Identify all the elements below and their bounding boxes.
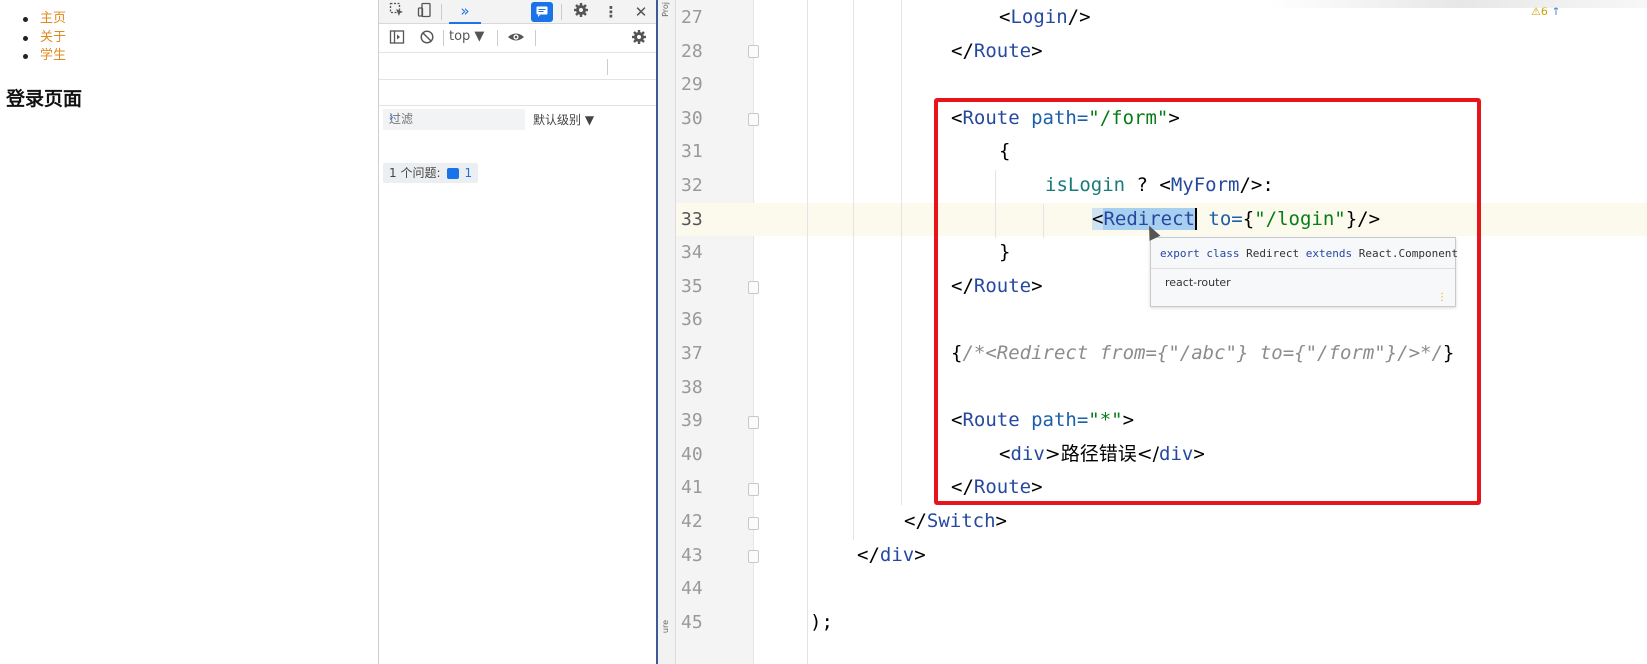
- inspect-icon[interactable]: [387, 2, 407, 23]
- indent-guide: [901, 0, 902, 505]
- issues-icon[interactable]: [531, 2, 553, 22]
- code-line-45[interactable]: );: [810, 606, 1410, 640]
- code-punc: >: [995, 510, 1007, 532]
- line-number: 43: [681, 544, 703, 566]
- console-prompt[interactable]: ›: [389, 110, 394, 124]
- separator: [441, 4, 442, 20]
- structure-tool-label[interactable]: ure: [661, 620, 670, 633]
- separator: [497, 30, 498, 46]
- line-number-current: 33: [676, 202, 754, 237]
- fold-marker[interactable]: [748, 517, 759, 530]
- fold-marker[interactable]: [748, 483, 759, 496]
- line-number: 35: [681, 275, 703, 297]
- tooltip-module: react-router: [1165, 276, 1231, 289]
- issues-count: 1: [464, 166, 473, 180]
- sidebar-icon[interactable]: [387, 29, 407, 50]
- filter-input[interactable]: [383, 109, 525, 130]
- tooltip-keyword: class: [1206, 247, 1240, 260]
- issue-message-icon: [446, 167, 459, 179]
- line-number: 44: [681, 578, 703, 600]
- line-number: 28: [681, 40, 703, 62]
- line-number: 34: [681, 242, 703, 264]
- filter-bar: 默认级别 ▼: [379, 53, 657, 130]
- tooltip-divider: [1151, 268, 1455, 269]
- more-tabs-button[interactable]: »: [449, 0, 481, 24]
- rendered-webpage: 主页 关于 学生 登录页面: [0, 0, 378, 664]
- clear-console-icon[interactable]: [417, 29, 437, 50]
- code-punc: </: [951, 39, 974, 62]
- line-number: 45: [681, 611, 703, 633]
- context-select[interactable]: top ▼: [449, 29, 484, 44]
- nav-link-students[interactable]: 学生: [22, 47, 66, 66]
- tooltip-base-class: React.Component: [1358, 247, 1459, 260]
- issues-label: 1 个问题:: [389, 166, 441, 180]
- line-number: 32: [681, 175, 703, 196]
- device-toggle-icon[interactable]: [415, 2, 435, 23]
- code-tag: Login: [1010, 6, 1068, 28]
- separator: [443, 30, 444, 46]
- tooltip-keyword: export: [1160, 247, 1200, 260]
- code-punc: );: [810, 610, 833, 633]
- code-line-42[interactable]: </Switch>: [904, 505, 1504, 539]
- console-toolbar: top ▼: [379, 24, 657, 53]
- devtools-panel: » ⋮ ✕ top ▼ 默认级别 ▼ 1: [378, 0, 657, 664]
- code-tag: Switch: [926, 510, 996, 532]
- code-punc: >: [1031, 39, 1043, 62]
- code-tag: Route: [973, 39, 1032, 62]
- code-line-43[interactable]: </div>: [857, 539, 1457, 573]
- code-punc: </: [904, 510, 927, 532]
- fold-marker[interactable]: [748, 113, 759, 126]
- project-tool-label[interactable]: Proj: [661, 2, 670, 17]
- eye-icon[interactable]: [506, 29, 526, 50]
- close-icon[interactable]: ✕: [631, 2, 651, 22]
- indent-guide: [853, 0, 854, 540]
- line-number: 42: [681, 511, 703, 532]
- line-number: 31: [681, 141, 703, 163]
- line-number: 30: [681, 107, 703, 129]
- code-punc: </: [857, 543, 880, 566]
- fold-marker[interactable]: [748, 281, 759, 294]
- nav-list: 主页 关于 学生: [22, 10, 66, 66]
- issues-bar: 1 个问题: 1: [379, 80, 657, 183]
- line-number: 36: [681, 309, 703, 331]
- tooltip-more-icon[interactable]: ⋮: [1437, 292, 1447, 303]
- issues-chip[interactable]: 1 个问题: 1: [383, 163, 479, 183]
- log-levels-select[interactable]: 默认级别 ▼: [533, 111, 594, 128]
- quick-doc-tooltip[interactable]: export class Redirect extends React.Comp…: [1150, 237, 1458, 307]
- page-heading: 登录页面: [6, 88, 83, 110]
- code-line-28[interactable]: </Route>: [951, 35, 1551, 69]
- gear-icon[interactable]: [571, 2, 591, 23]
- nav-link-about[interactable]: 关于: [22, 29, 66, 48]
- line-number: 37: [681, 343, 703, 364]
- line-number: 27: [681, 7, 703, 28]
- separator: [561, 4, 562, 20]
- console-settings-gear-icon[interactable]: [629, 29, 649, 50]
- line-number: 38: [681, 376, 703, 398]
- separator: [535, 30, 536, 46]
- fold-marker[interactable]: [748, 45, 759, 58]
- line-number: 41: [681, 477, 703, 499]
- separator: [607, 59, 608, 75]
- tooltip-keyword: extends: [1305, 247, 1353, 260]
- code-tag: div: [879, 543, 915, 566]
- code-punc: >: [914, 543, 926, 566]
- blurred-overlay: [1270, 0, 1647, 8]
- fold-marker[interactable]: [748, 416, 759, 429]
- devtools-tabbar: » ⋮ ✕: [379, 0, 657, 24]
- tool-window-strip: Proj ure: [656, 0, 676, 664]
- line-number: 39: [681, 410, 703, 432]
- line-number: 29: [681, 74, 703, 96]
- line-number: 40: [681, 443, 703, 465]
- indent-guide: [807, 0, 808, 664]
- nav-link-home[interactable]: 主页: [22, 10, 66, 29]
- tooltip-class-name: Redirect: [1246, 247, 1300, 260]
- tooltip-signature: export class Redirect extends React.Comp…: [1160, 247, 1458, 260]
- fold-marker[interactable]: [748, 550, 759, 563]
- more-menu-icon[interactable]: ⋮: [601, 2, 621, 22]
- code-punc: <: [999, 6, 1011, 28]
- code-punc: />: [1067, 6, 1091, 28]
